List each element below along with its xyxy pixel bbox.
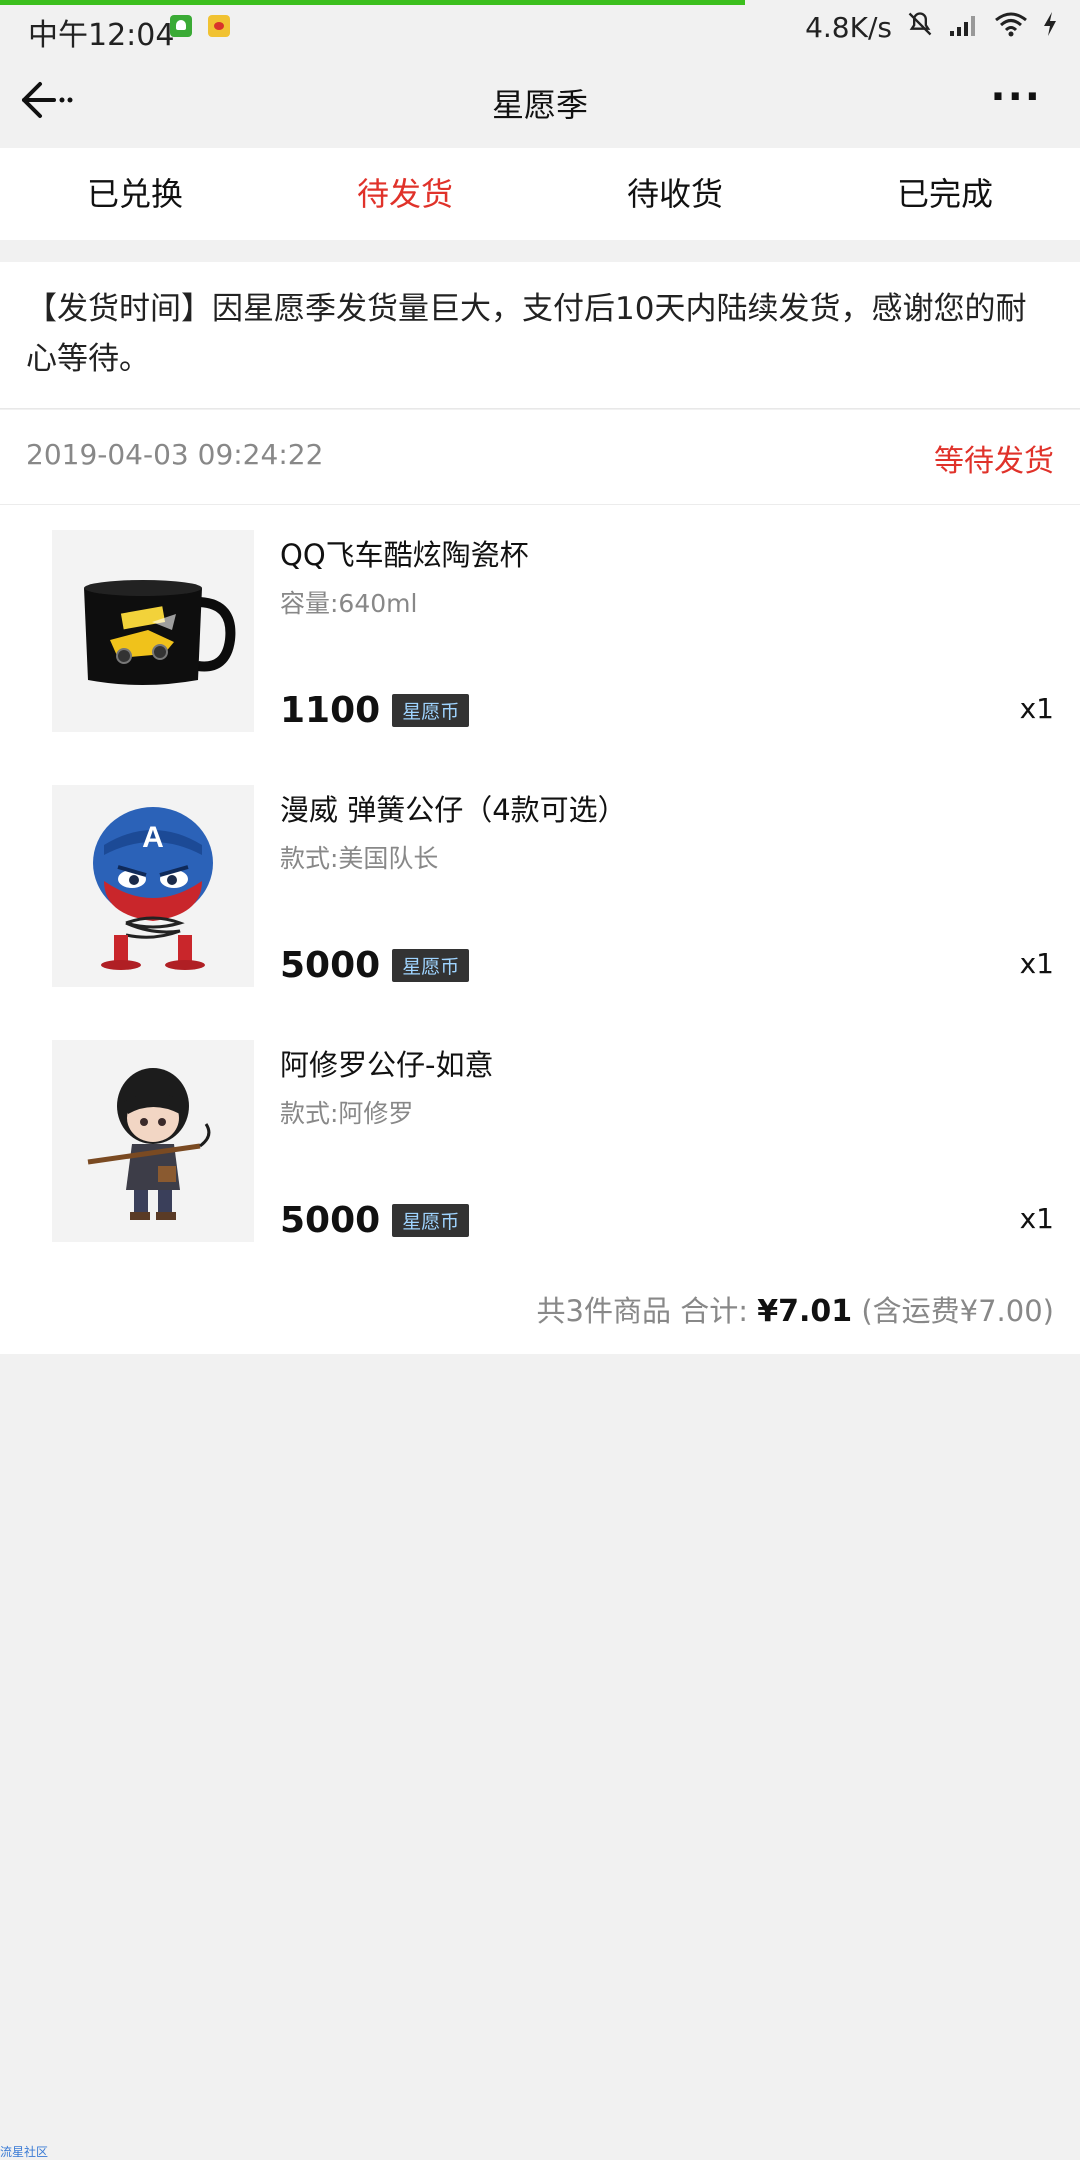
tab-pending-receipt[interactable]: 待收货	[540, 148, 810, 240]
order-card[interactable]: 2019-04-03 09:24:22 等待发货 QQ飞车酷炫陶瓷杯 容量:64…	[0, 410, 1080, 1354]
product-price: 5000	[280, 945, 381, 986]
product-price: 5000	[280, 1200, 381, 1241]
tab-exchanged[interactable]: 已兑换	[0, 148, 270, 240]
order-date: 2019-04-03 09:24:22	[26, 438, 324, 471]
product-image	[52, 530, 254, 732]
product-price: 1100	[280, 690, 381, 731]
notice-text: 【发货时间】因星愿季发货量巨大，支付后10天内陆续发货，感谢您的耐心等待。	[26, 291, 1027, 377]
mute-icon	[906, 10, 934, 45]
status-time: 中午12:04	[28, 18, 175, 53]
order-summary: 共3件商品 合计: ¥7.01 (含运费¥7.00)	[537, 1288, 1054, 1330]
product-quantity: x1	[1019, 947, 1054, 980]
product-spec: 容量:640ml	[280, 589, 418, 618]
order-item[interactable]: 阿修罗公仔-如意 款式:阿修罗 5000 星愿币 x1	[0, 1040, 1080, 1270]
order-tabs: 已兑换 待发货 待收货 已完成	[0, 148, 1080, 240]
status-bar: 中午12:04 4.8K/s	[0, 0, 1080, 54]
product-quantity: x1	[1019, 692, 1054, 725]
tab-pending-shipment[interactable]: 待发货	[270, 148, 540, 240]
summary-shipping: (含运费¥7.00)	[861, 1294, 1054, 1328]
shipping-notice: 【发货时间】因星愿季发货量巨大，支付后10天内陆续发货，感谢您的耐心等待。	[0, 262, 1080, 409]
order-status: 等待发货	[934, 444, 1054, 479]
page-loading-bar	[0, 0, 745, 5]
order-item[interactable]: A 漫威 弹簧公仔（4款可选） 款式:美国队长 5000 星愿币 x1	[0, 785, 1080, 1015]
product-name: 漫威 弹簧公仔（4款可选）	[280, 793, 627, 827]
price-row: 5000 星愿币	[280, 1200, 470, 1241]
product-quantity: x1	[1019, 1202, 1054, 1235]
tab-completed[interactable]: 已完成	[810, 148, 1080, 240]
product-image	[52, 1040, 254, 1242]
order-header: 2019-04-03 09:24:22 等待发货	[0, 410, 1080, 505]
nav-bar: 星愿季 ···	[0, 54, 1080, 146]
product-spec: 款式:美国队长	[280, 844, 439, 873]
price-row: 1100 星愿币	[280, 690, 470, 731]
product-spec: 款式:阿修罗	[280, 1099, 414, 1128]
net-speed: 4.8K/s	[805, 11, 892, 44]
message-app-icon	[170, 15, 192, 37]
charging-icon	[1042, 11, 1058, 44]
order-item[interactable]: QQ飞车酷炫陶瓷杯 容量:640ml 1100 星愿币 x1	[0, 530, 1080, 760]
watermark-text: 流星社区	[0, 2145, 49, 2159]
currency-badge: 星愿币	[392, 694, 470, 727]
price-row: 5000 星愿币	[280, 945, 470, 986]
signal-icon	[948, 11, 980, 44]
wifi-icon	[994, 11, 1028, 44]
product-name: 阿修罗公仔-如意	[280, 1048, 494, 1082]
more-menu-button[interactable]: ···	[990, 74, 1042, 120]
order-total: ¥7.01	[757, 1294, 853, 1329]
currency-badge: 星愿币	[392, 1204, 470, 1237]
weibo-app-icon	[208, 15, 230, 37]
product-name: QQ飞车酷炫陶瓷杯	[280, 538, 529, 572]
product-image: A	[52, 785, 254, 987]
summary-prefix: 共3件商品 合计:	[536, 1294, 748, 1328]
page-title: 星愿季	[491, 86, 588, 124]
svg-text:A: A	[142, 821, 164, 854]
currency-badge: 星愿币	[392, 949, 470, 982]
